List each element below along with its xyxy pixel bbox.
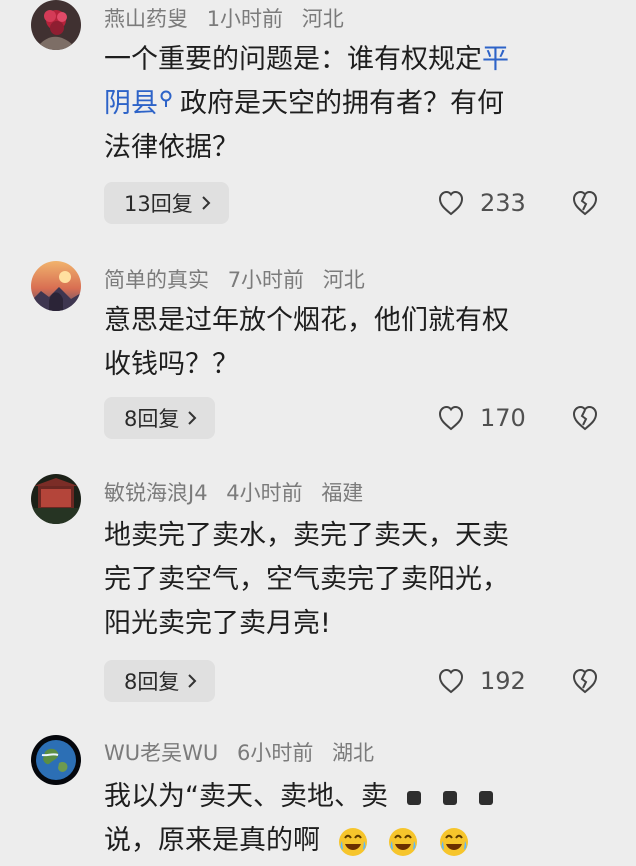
like-count: 233 xyxy=(480,189,526,217)
timestamp: 6小时前 xyxy=(236,741,314,765)
avatar[interactable] xyxy=(31,261,81,311)
comment-line: 阳光卖完了卖月亮! xyxy=(104,608,331,639)
location-link[interactable]: 阴县 xyxy=(104,88,158,119)
username[interactable]: 敏锐海浪J4 xyxy=(104,481,208,505)
comment-body: 一个重要的问题是：谁有权规定平 阴县 政府是天空的拥有者？有何 法律依据？ xyxy=(104,38,604,170)
like-count: 192 xyxy=(480,667,526,695)
location: 湖北 xyxy=(332,741,375,765)
location-link-part[interactable]: 平 xyxy=(482,44,509,75)
comment-line: 阴县 政府是天空的拥有者？有何 xyxy=(104,88,504,119)
comment-line: 地卖完了卖水，卖完了卖天，天卖 xyxy=(104,520,509,551)
timestamp: 4小时前 xyxy=(226,481,303,505)
redaction-icon xyxy=(478,790,493,805)
sunset-photo-avatar xyxy=(31,261,81,311)
reply-button[interactable]: 13回复 xyxy=(104,182,229,224)
like-area[interactable]: 192 xyxy=(436,660,526,702)
red-flowers-avatar xyxy=(31,0,81,50)
broken-heart-icon[interactable] xyxy=(570,188,600,218)
comment-body: 我以为“卖天、卖地、卖 说，原来是真的啊 xyxy=(104,775,604,863)
username[interactable]: 简单的真实 xyxy=(104,268,209,292)
heart-icon[interactable] xyxy=(436,666,466,696)
comment-meta: WU老吴WU 6小时前 湖北 xyxy=(104,737,374,767)
location: 河北 xyxy=(301,7,344,31)
comment-line: 一个重要的问题是：谁有权规定平 xyxy=(104,44,509,75)
comment-body: 地卖完了卖水，卖完了卖天，天卖 完了卖空气，空气卖完了卖阳光， 阳光卖完了卖月亮… xyxy=(104,514,604,646)
broken-heart-icon[interactable] xyxy=(570,403,600,433)
like-count: 170 xyxy=(480,404,526,432)
search-icon[interactable] xyxy=(160,90,174,108)
reply-count: 8回复 xyxy=(124,407,180,431)
comment-actions: 8回复 170 xyxy=(104,397,604,439)
broken-heart-icon[interactable] xyxy=(570,666,600,696)
comment-actions: 8回复 192 xyxy=(104,660,604,702)
earth-globe-avatar xyxy=(31,735,81,785)
comment-meta: 敏锐海浪J4 4小时前 福建 xyxy=(104,477,363,507)
comment-actions: 13回复 233 xyxy=(104,182,604,224)
heart-icon[interactable] xyxy=(436,188,466,218)
laugh-cry-emoji-icon xyxy=(439,827,468,856)
comment-meta: 简单的真实 7小时前 河北 xyxy=(104,264,365,294)
reply-button[interactable]: 8回复 xyxy=(104,397,216,439)
avatar[interactable] xyxy=(31,0,81,50)
red-building-avatar xyxy=(31,474,81,524)
comment-line: 意思是过年放个烟花，他们就有权 xyxy=(104,305,509,336)
avatar[interactable] xyxy=(31,735,81,785)
avatar[interactable] xyxy=(31,474,81,524)
comment-line: 说，原来是真的啊 xyxy=(104,819,604,863)
reply-count: 8回复 xyxy=(124,670,180,694)
username[interactable]: WU老吴WU xyxy=(104,741,218,765)
location: 河北 xyxy=(322,268,365,292)
comment-feed: 燕山药叟 1小时前 河北 一个重要的问题是：谁有权规定平 阴县 政府是天空的拥有者… xyxy=(0,0,636,866)
comment-meta: 燕山药叟 1小时前 河北 xyxy=(104,3,344,33)
laugh-cry-emoji-icon xyxy=(389,827,418,856)
username[interactable]: 燕山药叟 xyxy=(104,7,188,31)
like-area[interactable]: 233 xyxy=(436,182,526,224)
timestamp: 1小时前 xyxy=(206,7,284,31)
redaction-icon xyxy=(406,790,421,805)
chevron-right-icon xyxy=(202,196,211,210)
laugh-cry-emoji-icon xyxy=(338,827,367,856)
comment-body: 意思是过年放个烟花，他们就有权 收钱吗？？ xyxy=(104,299,604,387)
reply-button[interactable]: 8回复 xyxy=(104,660,216,702)
comment-line: 完了卖空气，空气卖完了卖阳光， xyxy=(104,564,509,595)
reply-count: 13回复 xyxy=(124,192,193,216)
obscured-content xyxy=(406,790,493,805)
redaction-icon xyxy=(442,790,457,805)
heart-icon[interactable] xyxy=(436,403,466,433)
chevron-right-icon xyxy=(188,674,197,688)
comment-line: 收钱吗？？ xyxy=(104,349,239,380)
like-area[interactable]: 170 xyxy=(436,397,526,439)
comment-line: 我以为“卖天、卖地、卖 xyxy=(104,775,604,819)
chevron-right-icon xyxy=(188,411,197,425)
comment-line: 法律依据？ xyxy=(104,132,239,163)
location: 福建 xyxy=(321,481,364,505)
timestamp: 7小时前 xyxy=(227,268,305,292)
